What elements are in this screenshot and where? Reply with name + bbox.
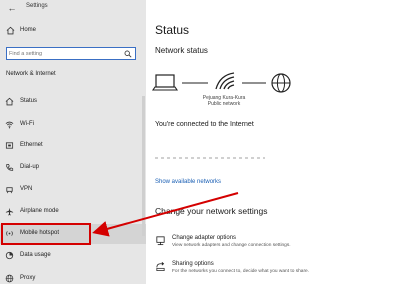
home-wired-icon xyxy=(5,97,14,106)
back-arrow-icon[interactable]: ← xyxy=(6,2,18,14)
section-heading: Network & Internet xyxy=(6,71,56,77)
sidebar-item-ethernet[interactable]: Ethernet xyxy=(0,136,146,156)
option-title: Change adapter options xyxy=(172,235,237,241)
sidebar-home-label: Home xyxy=(20,27,37,33)
sidebar-item-label: Airplane mode xyxy=(20,208,59,214)
vpn-icon xyxy=(6,187,13,194)
sidebar-item-proxy[interactable]: Proxy xyxy=(0,269,146,284)
globe-icon xyxy=(5,274,14,283)
airplane-icon xyxy=(5,207,14,216)
search-input[interactable] xyxy=(9,49,119,58)
search-box[interactable] xyxy=(6,47,136,60)
sharing-options[interactable]: Sharing options For the networks you con… xyxy=(146,259,400,283)
ethernet-icon xyxy=(5,142,14,149)
sidebar-item-dialup[interactable]: Dial-up xyxy=(0,158,146,178)
phone-icon xyxy=(6,163,14,171)
sidebar-item-airplane-mode[interactable]: Airplane mode xyxy=(0,202,146,222)
sidebar-item-label: Data usage xyxy=(20,252,51,258)
sidebar-scrollbar[interactable] xyxy=(142,96,145,236)
change-adapter-options[interactable]: Change adapter options View network adap… xyxy=(146,233,400,257)
search-icon[interactable] xyxy=(124,50,132,58)
sidebar-item-label: Dial-up xyxy=(20,164,40,170)
internet-globe-icon xyxy=(271,73,291,93)
connection-status-text: You're connected to the Internet xyxy=(155,121,254,128)
adapter-icon xyxy=(156,236,165,246)
sidebar-item-label: VPN xyxy=(20,186,33,192)
network-status-heading: Network status xyxy=(155,46,208,55)
show-available-networks-link[interactable]: Show available networks xyxy=(155,179,221,185)
wifi-icon xyxy=(5,121,14,129)
annotation-highlight-box xyxy=(1,223,91,245)
data-usage-icon xyxy=(5,251,14,260)
sidebar-home[interactable]: Home xyxy=(0,24,146,38)
title-bar: ← Settings xyxy=(0,0,146,16)
change-settings-heading: Change your network settings xyxy=(155,206,268,216)
sidebar-item-vpn[interactable]: VPN xyxy=(0,180,146,200)
sidebar-item-label: Status xyxy=(20,98,38,104)
computer-icon xyxy=(151,74,179,91)
network-type: Public network xyxy=(207,101,241,107)
page-title: Status xyxy=(155,23,190,37)
option-description: For the networks you connect to, decide … xyxy=(172,269,310,274)
network-diagram xyxy=(146,65,400,115)
wifi-signal-icon xyxy=(215,72,235,90)
sidebar-item-data-usage[interactable]: Data usage xyxy=(0,246,146,266)
option-title: Sharing options xyxy=(172,261,214,267)
sidebar-item-wifi[interactable]: Wi-Fi xyxy=(0,115,146,135)
home-icon xyxy=(6,26,15,35)
sidebar: ← Settings Home Network & Internet Statu… xyxy=(0,0,146,284)
sidebar-item-status[interactable]: Status xyxy=(0,92,146,112)
sidebar-item-label: Ethernet xyxy=(20,142,43,148)
window-title: Settings xyxy=(26,3,48,9)
option-description: View network adapters and change connect… xyxy=(172,243,291,248)
main-content: Status Network status Pejuang Kura-Kura xyxy=(146,0,400,284)
sidebar-item-label: Wi-Fi xyxy=(20,121,34,127)
faint-divider xyxy=(155,157,265,159)
sidebar-item-label: Proxy xyxy=(20,275,36,281)
sharing-icon xyxy=(156,262,165,271)
